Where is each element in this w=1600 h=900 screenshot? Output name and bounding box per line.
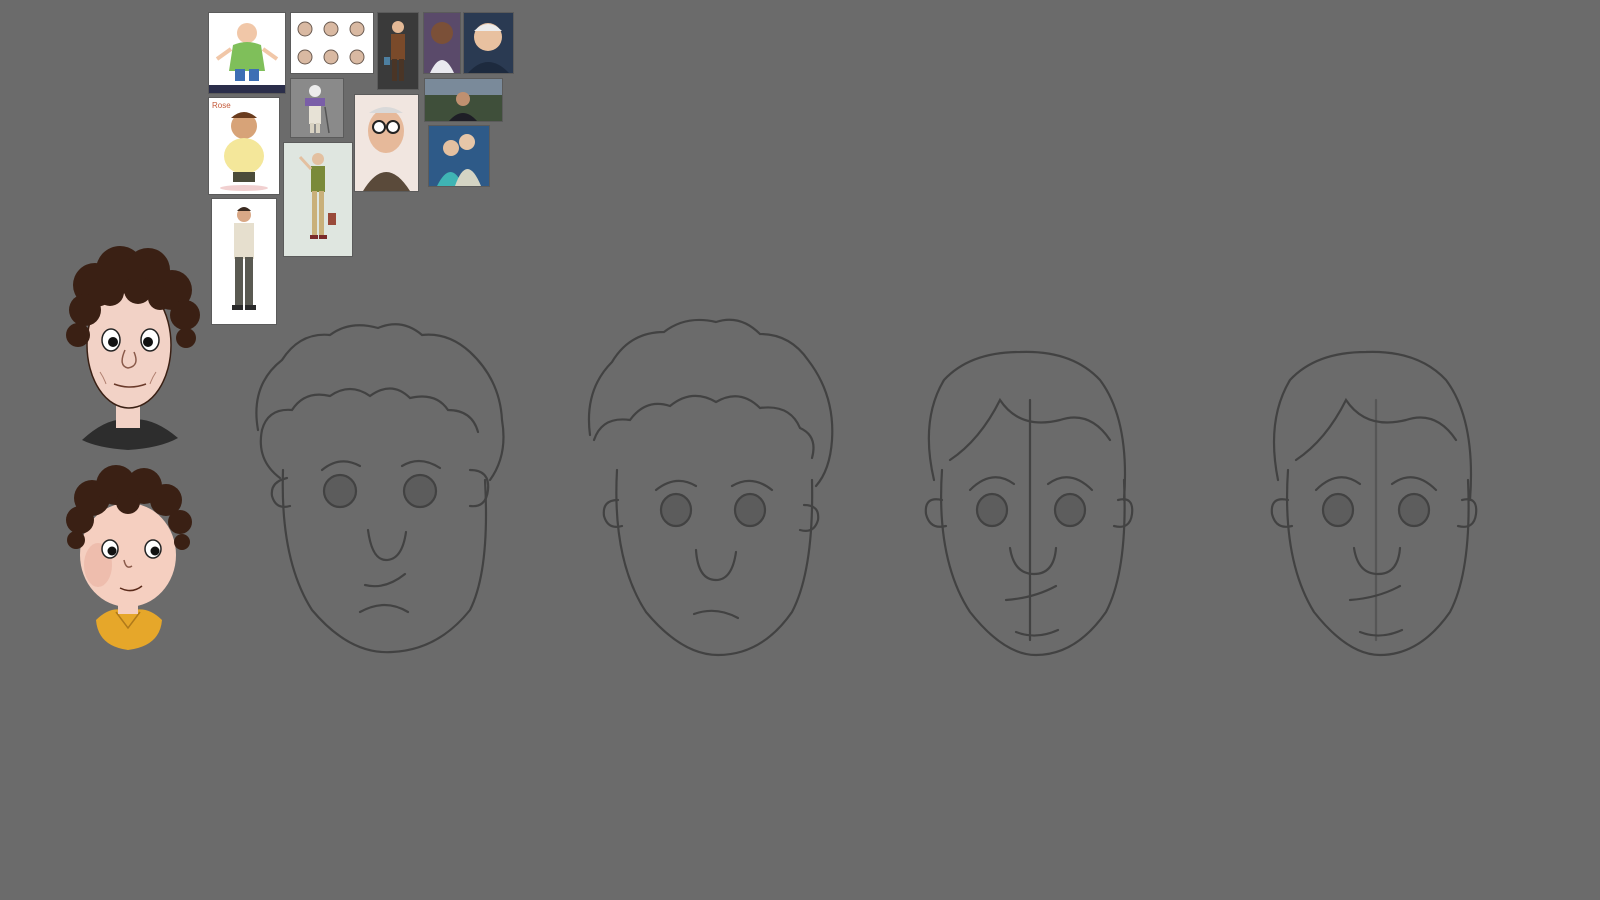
sketch-face-1 [255,323,505,654]
drawing-layer [66,246,1478,657]
sketch-face-3 [924,350,1134,657]
colored-head-young [66,465,192,650]
sketch-canvas: { "canvas": { "background": "#6b6b6b" },… [0,0,1600,900]
colored-head-older [66,246,200,450]
sketch-face-4 [1270,350,1478,657]
sketch-face-2 [587,318,834,657]
